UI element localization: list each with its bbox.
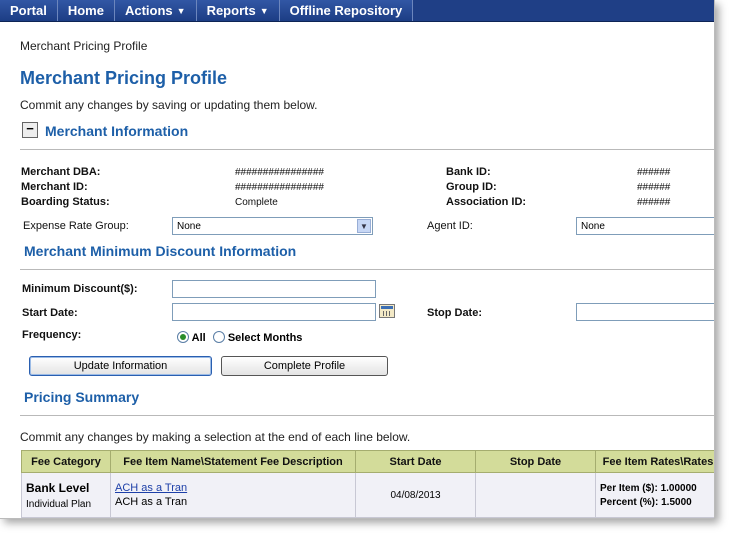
nav-reports[interactable]: Reports ▼ (196, 0, 280, 21)
complete-profile-button[interactable]: Complete Profile (221, 356, 388, 376)
bank-id-value: ###### (637, 167, 671, 178)
association-id-value: ###### (637, 197, 671, 208)
section-divider (20, 415, 714, 416)
chevron-down-icon: ▼ (357, 219, 371, 233)
merchant-dba-label: Merchant DBA: (21, 166, 101, 178)
group-id-label: Group ID: (446, 181, 497, 193)
breadcrumb: Merchant Pricing Profile (20, 39, 148, 53)
nav-offline-repository[interactable]: Offline Repository (279, 0, 414, 21)
fee-category-name: Bank Level (26, 480, 90, 495)
boarding-status-value: Complete (235, 197, 278, 208)
fee-item-description: ACH as a Tran (115, 496, 188, 508)
minimum-discount-input[interactable] (172, 280, 376, 298)
fee-item-link[interactable]: ACH as a Tran (115, 482, 187, 494)
calendar-icon[interactable] (379, 304, 395, 318)
collapse-toggle-button[interactable]: − (22, 122, 38, 138)
start-date-input[interactable] (172, 303, 376, 321)
minimum-discount-heading: Merchant Minimum Discount Information (24, 243, 297, 259)
minimum-discount-label: Minimum Discount($): (22, 283, 138, 295)
top-nav: Portal Home Actions ▼ Reports ▼ Offline Re… (0, 0, 714, 22)
page-subtitle: Commit any changes by saving or updating… (20, 98, 318, 112)
radio-all[interactable] (177, 331, 189, 343)
merchant-id-label: Merchant ID: (21, 181, 88, 193)
fee-category-plan: Individual Plan (26, 498, 92, 510)
rate-percent: Percent (%): 1.5000 (600, 496, 692, 508)
nav-actions-label: Actions (124, 3, 173, 18)
merchant-id-value: ################ (235, 182, 324, 193)
frequency-label: Frequency: (22, 329, 82, 341)
stop-date-input[interactable] (576, 303, 714, 321)
frequency-radio-group: All Select Months (177, 331, 302, 344)
nav-portal-label: Portal (10, 3, 47, 18)
start-date-label: Start Date: (22, 307, 78, 319)
browser-page: Portal Home Actions ▼ Reports ▼ Offline Re… (0, 0, 715, 519)
agent-id-value: None (581, 221, 605, 232)
expense-rate-group-select[interactable]: None ▼ (172, 217, 373, 235)
nav-reports-label: Reports (206, 3, 256, 18)
section-divider (20, 269, 714, 270)
table-header-row: Fee Category Fee Item Name\Statement Fee… (21, 450, 714, 473)
pricing-note: Commit any changes by making a selection… (20, 430, 411, 444)
col-fee-item-name: Fee Item Name\Statement Fee Description (110, 450, 356, 473)
update-information-button[interactable]: Update Information (29, 356, 212, 376)
stop-date-cell (475, 472, 596, 518)
table-row: Bank Level Individual Plan ACH as a Tran… (21, 472, 714, 518)
agent-id-label: Agent ID: (427, 220, 473, 232)
merchant-dba-value: ################ (235, 167, 324, 178)
chevron-down-icon: ▼ (259, 6, 269, 16)
merchant-information-heading: Merchant Information (45, 123, 189, 139)
chevron-down-icon: ▼ (176, 6, 186, 16)
agent-id-select[interactable]: None (576, 217, 714, 235)
nav-home[interactable]: Home (57, 0, 115, 21)
col-fee-category: Fee Category (21, 450, 111, 473)
fee-category-cell: Bank Level Individual Plan (21, 472, 111, 518)
page-title: Merchant Pricing Profile (20, 68, 228, 88)
nav-portal[interactable]: Portal (0, 0, 58, 21)
nav-offline-repository-label: Offline Repository (289, 3, 403, 18)
nav-home-label: Home (67, 3, 104, 18)
expense-rate-group-value: None (177, 221, 201, 232)
start-date-cell: 04/08/2013 (355, 472, 476, 518)
bank-id-label: Bank ID: (446, 166, 491, 178)
rates-cell: Per Item ($): 1.00000 Percent (%): 1.500… (595, 472, 714, 518)
pricing-summary-heading: Pricing Summary (24, 389, 140, 405)
boarding-status-label: Boarding Status: (21, 196, 110, 208)
fee-item-cell: ACH as a Tran ACH as a Tran (110, 472, 356, 518)
radio-select-months[interactable] (212, 331, 225, 343)
nav-actions[interactable]: Actions ▼ (114, 0, 197, 21)
stop-date-label: Stop Date: (427, 307, 482, 319)
section-divider (20, 149, 714, 150)
col-fee-item-rates: Fee Item Rates\Rates (595, 450, 714, 473)
rate-per-item: Per Item ($): 1.00000 (600, 482, 697, 494)
pricing-table: Fee Category Fee Item Name\Statement Fee… (21, 450, 714, 518)
col-stop-date: Stop Date (475, 450, 596, 473)
radio-select-months-label: Select Months (227, 332, 303, 344)
association-id-label: Association ID: (446, 196, 527, 208)
group-id-value: ###### (637, 182, 671, 193)
col-start-date: Start Date (355, 450, 476, 473)
expense-rate-group-label: Expense Rate Group: (23, 220, 129, 232)
radio-all-label: All (191, 332, 206, 344)
